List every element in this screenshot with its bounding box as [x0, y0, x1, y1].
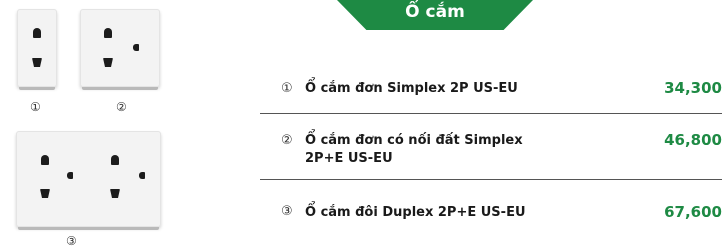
socket-slot-icon — [40, 189, 50, 198]
product-price: 46,800 — [664, 131, 722, 149]
image-label-1: ① — [30, 100, 41, 114]
socket-slot-icon — [41, 155, 49, 165]
socket-slot-icon — [103, 58, 113, 67]
product-price: 67,600 — [664, 203, 722, 221]
earth-pin-icon — [133, 44, 139, 51]
row-number: ① — [281, 81, 293, 96]
row-number: ③ — [281, 204, 293, 219]
row-divider — [260, 179, 722, 180]
section-title: Ổ cắm — [405, 2, 465, 22]
earth-pin-icon — [67, 172, 73, 179]
row-divider — [260, 113, 722, 114]
socket-duplex-2pe-image — [16, 131, 161, 230]
earth-pin-icon — [139, 172, 145, 179]
socket-slot-icon — [33, 28, 41, 38]
product-price: 34,300 — [664, 79, 722, 97]
socket-slot-icon — [32, 58, 42, 67]
section-header-ribbon: Ổ cắm — [337, 0, 533, 30]
image-label-3: ③ — [66, 234, 77, 248]
image-label-2: ② — [116, 100, 127, 114]
product-name: Ổ cắm đơn Simplex 2P US-EU — [305, 81, 518, 96]
socket-slot-icon — [111, 155, 119, 165]
socket-slot-icon — [110, 189, 120, 198]
product-name: Ổ cắm đôi Duplex 2P+E US-EU — [305, 205, 526, 220]
socket-simplex-2p-image — [17, 9, 57, 90]
socket-simplex-2pe-image — [80, 9, 160, 90]
socket-slot-icon — [104, 28, 112, 38]
row-number: ② — [281, 133, 293, 148]
product-name: Ổ cắm đơn có nối đất Simplex 2P+E US-EU — [305, 133, 523, 166]
